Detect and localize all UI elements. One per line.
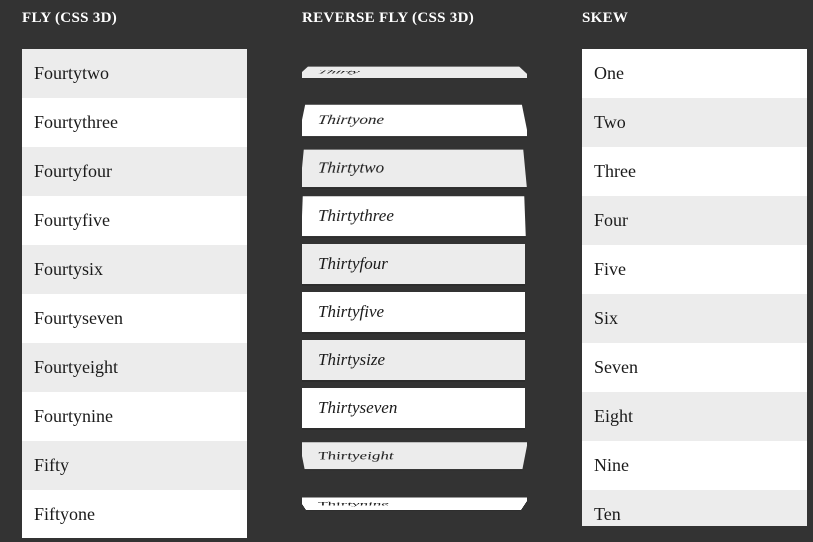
list-item[interactable]: Eight [582, 392, 807, 441]
list-item[interactable]: Fourtyfour [22, 147, 247, 196]
list-item[interactable]: Fourtyfive [22, 196, 247, 245]
list-item[interactable]: Fourtyeight [22, 343, 247, 392]
list-item[interactable]: Three [582, 147, 807, 196]
list-item[interactable]: Thirtyseven [302, 388, 525, 428]
list-item[interactable]: Thirtynine [302, 497, 527, 510]
list-item[interactable]: Ten [582, 490, 807, 526]
fly-column: FLY (CSS 3D) Fourtytwo Fourtythree Fourt… [22, 0, 252, 540]
reverse-fly-scroll-pad-top [302, 49, 527, 52]
list-item[interactable]: Five [582, 245, 807, 294]
list-item[interactable]: Two [582, 98, 807, 147]
list-item[interactable]: Thirtyeight [302, 442, 527, 469]
skew-scroll-panel[interactable]: One Two Three Four Five Six Seven Eight … [582, 49, 807, 538]
reverse-fly-scroll-pad-bottom [302, 524, 527, 540]
list-item[interactable]: Nine [582, 441, 807, 490]
list-item[interactable]: Fourtytwo [22, 49, 247, 98]
skew-scroll-pad-bottom [582, 526, 807, 538]
fly-scroll-panel[interactable]: Fourtytwo Fourtythree Fourtyfour Fourtyf… [22, 49, 247, 538]
list-item[interactable]: Thirtyfive [302, 292, 525, 332]
reverse-fly-scroll-panel[interactable]: Thirty Thirtyone Thirtytwo Thirtythree T… [302, 49, 527, 540]
list-item[interactable]: Fourtyseven [22, 294, 247, 343]
list-item[interactable]: Fourtysix [22, 245, 247, 294]
list-item[interactable]: Thirtysize [302, 340, 525, 380]
list-item[interactable]: Fifty [22, 441, 247, 490]
list-item[interactable]: Fourtynine [22, 392, 247, 441]
list-item[interactable]: Seven [582, 343, 807, 392]
list-item[interactable]: Fiftyone [22, 490, 247, 538]
list-item[interactable]: Thirtyone [302, 105, 527, 136]
fly-heading: FLY (CSS 3D) [22, 10, 252, 27]
skew-column: SKEW One Two Three Four Five Six Seven E… [582, 0, 812, 540]
list-item[interactable]: Four [582, 196, 807, 245]
list-item[interactable]: Thirtythree [302, 196, 526, 236]
reverse-fly-heading: REVERSE FLY (CSS 3D) [302, 10, 532, 27]
list-item[interactable]: Thirtyfour [302, 244, 525, 284]
list-item[interactable]: Fourtythree [22, 98, 247, 147]
list-item[interactable]: Thirty [302, 67, 527, 78]
columns-wrap: FLY (CSS 3D) Fourtytwo Fourtythree Fourt… [0, 0, 813, 540]
skew-heading: SKEW [582, 10, 812, 27]
list-item[interactable]: Six [582, 294, 807, 343]
list-item[interactable]: One [582, 49, 807, 98]
list-item[interactable]: Thirtytwo [302, 150, 527, 187]
reverse-fly-column: REVERSE FLY (CSS 3D) Thirty Thirtyone Th… [302, 0, 532, 540]
